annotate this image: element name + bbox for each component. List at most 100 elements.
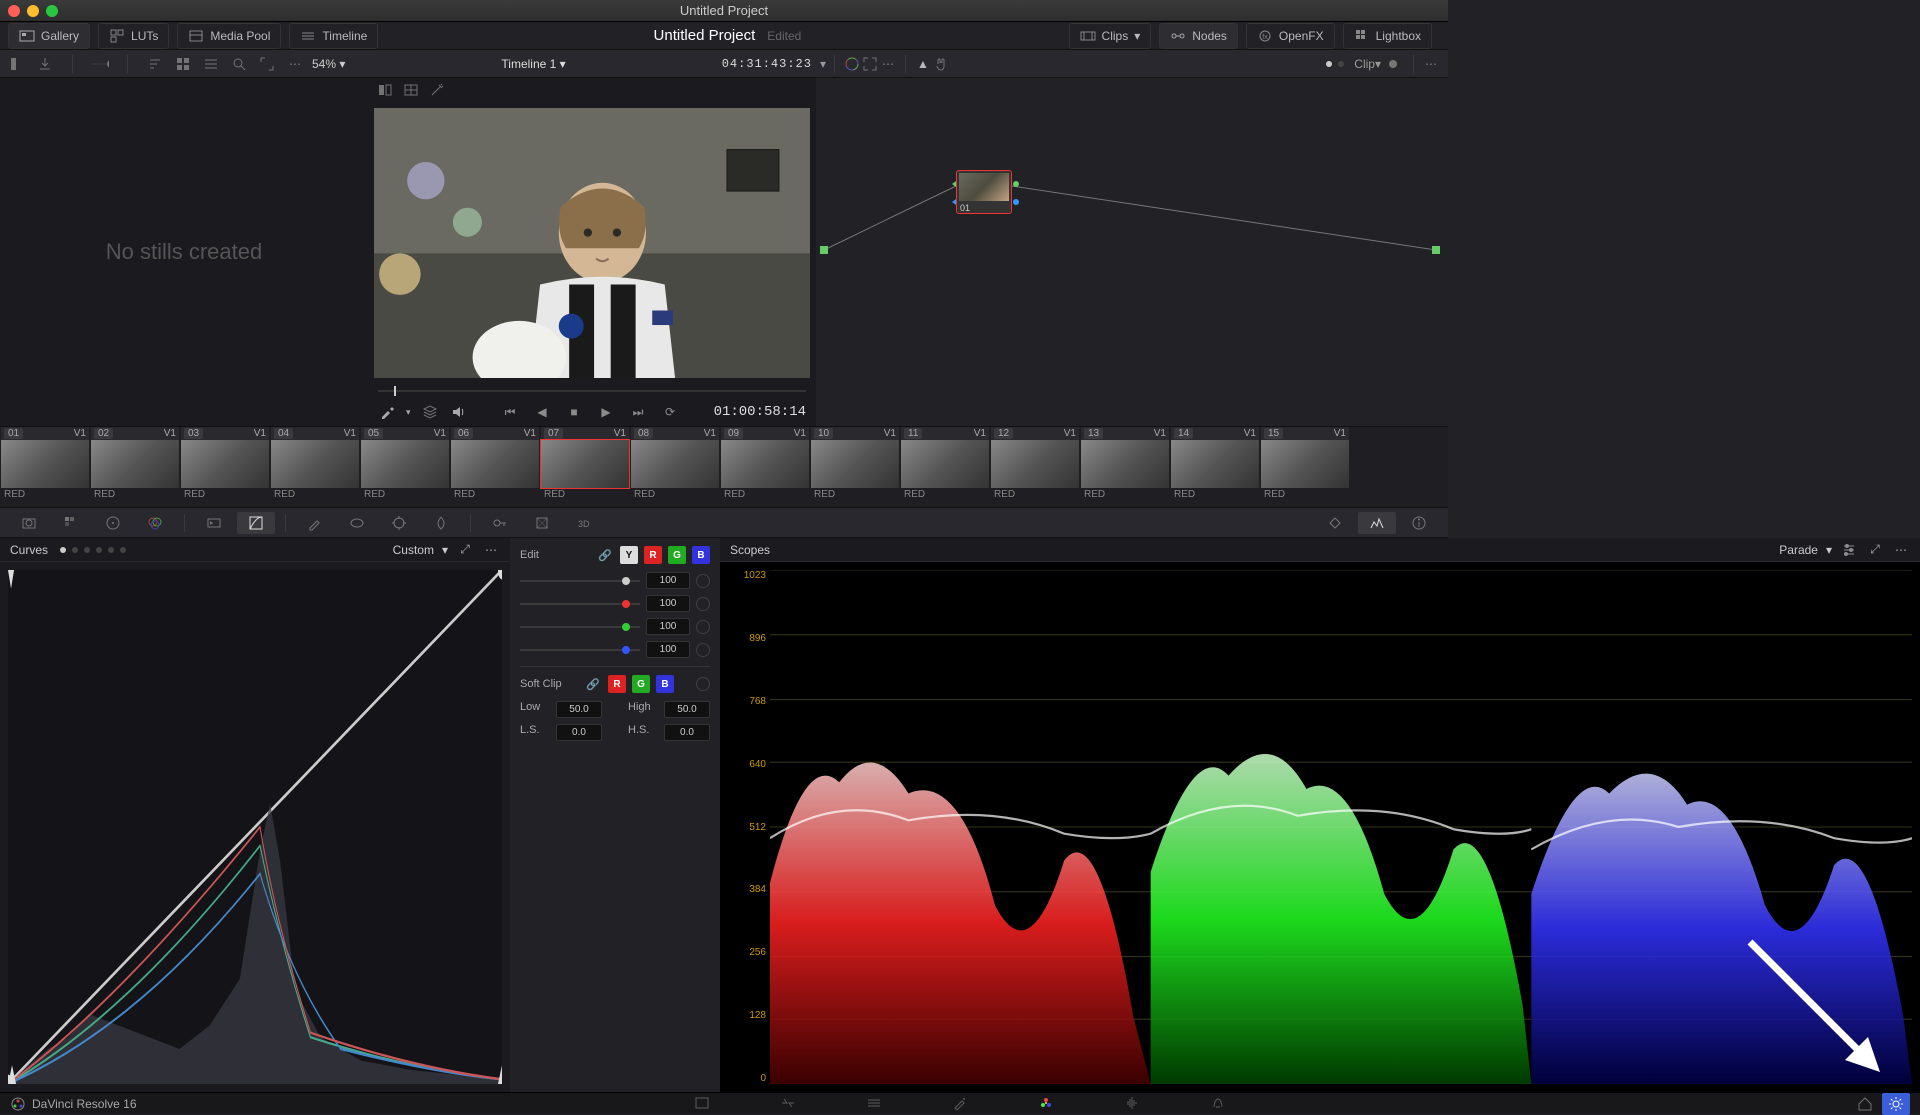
thumb-08[interactable]: 08V1RED [630, 427, 720, 507]
intensity-reset-1[interactable] [696, 597, 710, 611]
viewer-grid-icon[interactable] [402, 81, 420, 99]
viewer-more-icon[interactable]: ⋯ [879, 55, 897, 73]
window-icon[interactable] [338, 512, 376, 534]
softclip-g[interactable]: G [632, 675, 650, 693]
node-editor[interactable]: 01 [816, 78, 1448, 426]
ls-input[interactable] [556, 724, 602, 741]
rgb-mixer-icon[interactable] [136, 512, 174, 534]
hand-tool-icon[interactable] [932, 55, 950, 73]
low-input[interactable] [556, 701, 602, 718]
page-edit[interactable] [861, 1092, 887, 1114]
more-icon[interactable]: ⋯ [286, 55, 304, 73]
channel-r[interactable]: R [644, 546, 662, 564]
tracker-icon[interactable] [380, 512, 418, 534]
viewer-split-icon[interactable] [376, 81, 394, 99]
window-minimize[interactable] [27, 5, 39, 17]
next-clip-icon[interactable]: ⏭ [629, 403, 647, 421]
channel-y[interactable]: Y [620, 546, 638, 564]
page-fairlight[interactable] [1119, 1092, 1145, 1114]
curves-more-icon[interactable]: ⋯ [482, 541, 500, 559]
stop-icon[interactable]: ■ [565, 403, 583, 421]
page-media[interactable] [689, 1092, 715, 1114]
step-back-icon[interactable]: ◀ [533, 403, 551, 421]
gallery-toggle[interactable]: Gallery [8, 23, 90, 49]
thumb-01[interactable]: 01V1RED [0, 427, 90, 507]
qualifier-icon[interactable] [296, 512, 334, 534]
scopes-mode[interactable]: Parade [1779, 543, 1818, 557]
keyframes-icon[interactable] [1316, 512, 1354, 534]
sizing-icon[interactable] [523, 512, 561, 534]
play-icon[interactable]: ▶ [597, 403, 615, 421]
curves-pager[interactable] [60, 547, 126, 553]
color-wheel-icon[interactable] [843, 55, 861, 73]
search-icon[interactable] [230, 55, 248, 73]
expand-icon[interactable] [258, 55, 276, 73]
3d-icon[interactable]: 3D [565, 512, 603, 534]
intensity-reset-3[interactable] [696, 643, 710, 657]
key-icon[interactable] [481, 512, 519, 534]
page-color[interactable] [1033, 1092, 1059, 1114]
high-input[interactable] [664, 701, 710, 718]
wheels-icon[interactable] [94, 512, 132, 534]
node-01[interactable]: 01 [956, 170, 1012, 214]
thumb-05[interactable]: 05V1RED [360, 427, 450, 507]
thumb-13[interactable]: 13V1RED [1080, 427, 1170, 507]
grid-view-icon[interactable] [174, 55, 192, 73]
project-timecode[interactable]: 04:31:43:23 [722, 57, 812, 71]
intensity-input-1[interactable] [646, 595, 690, 612]
motion-icon[interactable] [195, 512, 233, 534]
viewer-image[interactable] [374, 108, 810, 378]
node-nav-dot-2[interactable] [1338, 61, 1344, 67]
thumb-04[interactable]: 04V1RED [270, 427, 360, 507]
color-match-icon[interactable] [52, 512, 90, 534]
curves-graph[interactable] [8, 570, 502, 1084]
scopes-icon[interactable] [1358, 512, 1396, 534]
scopes-more-icon[interactable]: ⋯ [1892, 541, 1910, 559]
viewer-timecode[interactable]: 01:00:58:14 [714, 404, 806, 420]
home-icon[interactable] [1856, 1095, 1874, 1113]
link-icon[interactable]: 🔗 [596, 546, 614, 564]
node-mode[interactable]: Clip [1354, 57, 1375, 71]
window-maximize[interactable] [46, 5, 58, 17]
page-deliver[interactable] [1205, 1092, 1231, 1114]
thumb-11[interactable]: 11V1RED [900, 427, 990, 507]
thumb-14[interactable]: 14V1RED [1170, 427, 1260, 507]
intensity-slider-0[interactable] [520, 580, 640, 582]
curves-expand-icon[interactable]: ⤢ [456, 541, 474, 559]
info-icon[interactable] [1400, 512, 1438, 534]
timeline-name[interactable]: Timeline 1 [501, 57, 556, 71]
hs-input[interactable] [664, 724, 710, 741]
camera-raw-icon[interactable] [10, 512, 48, 534]
curves-icon[interactable] [237, 512, 275, 534]
intensity-input-2[interactable] [646, 618, 690, 635]
viewer-wand-icon[interactable] [428, 81, 446, 99]
mediapool-toggle[interactable]: Media Pool [177, 23, 281, 49]
thumb-12[interactable]: 12V1RED [990, 427, 1080, 507]
openfx-toggle[interactable]: fx OpenFX [1246, 23, 1335, 49]
viewer-scrubber[interactable] [378, 384, 806, 398]
picker-chevron[interactable]: ▾ [406, 407, 411, 418]
softclip-link-icon[interactable]: 🔗 [584, 675, 602, 693]
project-settings-button[interactable] [1882, 1093, 1910, 1115]
thumb-09[interactable]: 09V1RED [720, 427, 810, 507]
zoom-slider[interactable] [91, 55, 109, 73]
intensity-input-0[interactable] [646, 572, 690, 589]
list-view-icon[interactable] [202, 55, 220, 73]
softclip-r[interactable]: R [608, 675, 626, 693]
thumb-07[interactable]: 07V1RED [540, 427, 630, 507]
fullscreen-icon[interactable] [861, 55, 879, 73]
intensity-input-3[interactable] [646, 641, 690, 658]
scopes-expand-icon[interactable]: ⤢ [1866, 541, 1884, 559]
picker-icon[interactable] [378, 403, 396, 421]
loop-icon[interactable]: ⟳ [661, 403, 679, 421]
node-nav-dot-1[interactable] [1326, 61, 1332, 67]
thumb-10[interactable]: 10V1RED [810, 427, 900, 507]
curves-mode[interactable]: Custom [393, 543, 434, 557]
lightbox-toggle[interactable]: Lightbox [1343, 23, 1432, 49]
nodes-toggle[interactable]: Nodes [1159, 23, 1238, 49]
thumb-06[interactable]: 06V1RED [450, 427, 540, 507]
thumb-15[interactable]: 15V1RED [1260, 427, 1350, 507]
layers-icon[interactable] [421, 403, 439, 421]
thumb-02[interactable]: 02V1RED [90, 427, 180, 507]
clips-toggle[interactable]: Clips ▾ [1069, 23, 1152, 49]
